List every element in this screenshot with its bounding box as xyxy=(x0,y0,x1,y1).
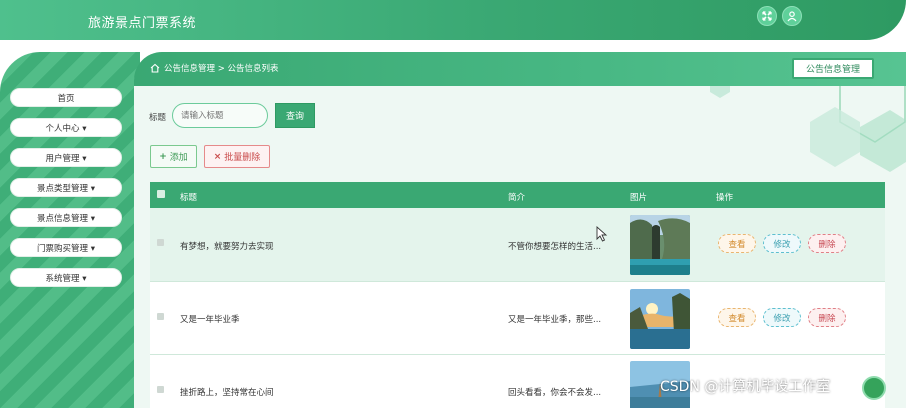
app-title: 旅游景点门票系统 xyxy=(88,16,197,31)
select-all-checkbox[interactable] xyxy=(157,190,165,198)
column-header-image: 图片 xyxy=(630,193,648,203)
row-intro: 回头看看，你会不会发... xyxy=(508,388,602,398)
delete-button[interactable]: 删除 xyxy=(808,308,846,327)
module-title-button[interactable]: 公告信息管理 xyxy=(792,58,874,79)
row-title: 有梦想，就要努力去实现 xyxy=(180,242,274,252)
add-button[interactable]: + 添加 xyxy=(150,145,197,168)
bulk-delete-button[interactable]: × 批量删除 xyxy=(204,145,270,168)
row-title: 又是一年毕业季 xyxy=(180,315,240,325)
mouse-cursor-icon xyxy=(596,226,608,242)
view-button[interactable]: 查看 xyxy=(718,308,756,327)
fullscreen-icon[interactable] xyxy=(757,6,777,26)
row-image xyxy=(630,215,690,275)
breadcrumb: 公告信息管理 > 公告信息列表 xyxy=(150,62,279,74)
app-root: 旅游景点门票系统 首页 个人中心 ▾ 用户管理 ▾ 景点类型管理 ▾ 景点信息管… xyxy=(0,0,906,408)
row-title: 挫折路上，坚持常在心间 xyxy=(180,388,274,398)
user-icon[interactable] xyxy=(782,6,802,26)
top-header: 旅游景点门票系统 xyxy=(0,0,906,40)
row-image xyxy=(630,289,690,349)
table-row: 又是一年毕业季 又是一年毕业季，那些... 查看 修改 删除 xyxy=(150,282,885,355)
row-checkbox[interactable] xyxy=(157,313,164,320)
search-button[interactable]: 查询 xyxy=(275,103,315,128)
sidebar: 首页 个人中心 ▾ 用户管理 ▾ 景点类型管理 ▾ 景点信息管理 ▾ 门票购买管… xyxy=(0,52,140,408)
breadcrumb-path: 公告信息管理 > 公告信息列表 xyxy=(164,64,279,74)
row-intro: 又是一年毕业季，那些... xyxy=(508,315,602,325)
column-header-title[interactable]: 标题 xyxy=(180,191,197,203)
title-search-input[interactable] xyxy=(172,103,268,128)
sidebar-item-scenic-type-management[interactable]: 景点类型管理 ▾ xyxy=(10,178,122,197)
home-icon xyxy=(150,63,160,73)
add-button-label: 添加 xyxy=(169,153,188,163)
sidebar-item-scenic-info-management[interactable]: 景点信息管理 ▾ xyxy=(10,208,122,227)
view-button[interactable]: 查看 xyxy=(718,234,756,253)
table-header: 标题 简介 图片 操作 xyxy=(150,182,885,208)
sidebar-item-system-management[interactable]: 系统管理 ▾ xyxy=(10,268,122,287)
table-row: 有梦想，就要努力去实现 不管你想要怎样的生活... 查看 修改 删除 xyxy=(150,208,885,282)
close-icon: × xyxy=(213,151,222,162)
search-label: 标题 xyxy=(149,113,167,123)
watermark: CSDN @计算机毕设工作室 xyxy=(660,379,831,395)
edit-button[interactable]: 修改 xyxy=(763,234,801,253)
column-header-actions: 操作 xyxy=(716,193,734,203)
delete-button[interactable]: 删除 xyxy=(808,234,846,253)
edit-button[interactable]: 修改 xyxy=(763,308,801,327)
row-checkbox[interactable] xyxy=(157,386,164,393)
sidebar-item-personal-center[interactable]: 个人中心 ▾ xyxy=(10,118,122,137)
sidebar-item-home[interactable]: 首页 xyxy=(10,88,122,107)
plus-icon: + xyxy=(159,151,167,162)
bulk-delete-label: 批量删除 xyxy=(224,153,261,163)
column-header-intro[interactable]: 简介 xyxy=(508,191,525,203)
row-checkbox[interactable] xyxy=(157,239,164,246)
sidebar-item-ticket-purchase-management[interactable]: 门票购买管理 ▾ xyxy=(10,238,122,257)
floating-action-button[interactable] xyxy=(862,376,886,400)
row-intro: 不管你想要怎样的生活... xyxy=(508,242,602,252)
sidebar-item-user-management[interactable]: 用户管理 ▾ xyxy=(10,148,122,167)
